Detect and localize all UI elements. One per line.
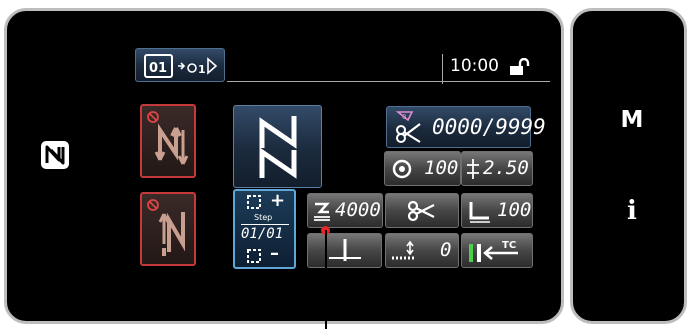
callout-line <box>325 230 327 329</box>
stitch-length-value: 2.50 <box>483 157 529 179</box>
svg-text:TC: TC <box>502 240 516 251</box>
presser-foot-value: 100 <box>497 199 532 221</box>
thread-trim-icon <box>407 200 435 222</box>
sewing-pattern-button[interactable] <box>233 105 322 188</box>
counter-button[interactable]: 0 0000/9999 <box>386 106 546 148</box>
pattern-select-icon: 01 1 <box>144 54 218 78</box>
step-divider <box>241 224 289 225</box>
step-title: Step <box>254 213 273 222</box>
sewing-pattern-icon <box>259 116 297 179</box>
presser-foot-icon <box>469 202 490 223</box>
reverse-start-button[interactable] <box>140 104 196 178</box>
counter-icon: 0 <box>395 111 421 143</box>
svg-text:1: 1 <box>198 63 206 76</box>
step-add-label: + <box>270 190 286 211</box>
info-button[interactable]: i <box>612 193 652 229</box>
clock-display: 10:00 <box>450 56 499 76</box>
reverse-start-disabled-icon <box>147 111 189 165</box>
thread-clamp-icon: TC <box>469 240 518 262</box>
status-bar <box>227 45 550 82</box>
svg-text:0: 0 <box>402 113 406 121</box>
max-speed-button[interactable]: 4000 <box>307 193 383 228</box>
speed-value: 100 <box>424 157 459 179</box>
bobbin-button[interactable]: 0 <box>385 233 459 268</box>
stitch-length-icon <box>467 159 479 179</box>
lcd-screen: 01 1 10:00 0 0000/9999 100 2.50 + Step 0… <box>132 42 550 276</box>
stitch-length-button[interactable]: 2.50 <box>461 151 533 186</box>
bobbin-value: 0 <box>440 239 452 261</box>
max-speed-value: 4000 <box>335 199 381 221</box>
max-speed-icon <box>314 202 330 221</box>
thread-trim-button[interactable] <box>385 193 459 228</box>
pattern-select-button[interactable]: 01 1 <box>135 48 225 82</box>
svg-text:01: 01 <box>149 61 167 76</box>
speed-icon <box>392 159 412 179</box>
presser-foot-button[interactable]: 100 <box>461 193 533 228</box>
reverse-end-disabled-icon <box>147 199 185 256</box>
speed-button[interactable]: 100 <box>384 151 461 186</box>
step-panel: + Step 01/01 – <box>233 189 296 269</box>
step-value[interactable]: 01/01 <box>241 226 283 242</box>
status-divider <box>442 54 443 84</box>
thread-clamp-button[interactable]: TC <box>461 233 533 268</box>
menu-button[interactable]: M <box>612 104 652 136</box>
step-remove-button[interactable]: – <box>237 243 292 265</box>
nfc-icon <box>41 141 69 169</box>
needle-position-button[interactable] <box>307 233 382 268</box>
step-add-button[interactable]: + <box>237 190 292 212</box>
step-remove-icon <box>247 249 261 263</box>
step-remove-label: – <box>270 243 279 264</box>
bobbin-icon <box>392 240 416 260</box>
lock-open-icon[interactable] <box>508 58 532 76</box>
step-add-icon <box>247 195 261 209</box>
counter-value: 0000/9999 <box>432 115 546 139</box>
reverse-end-button[interactable] <box>140 192 196 266</box>
side-panel <box>570 8 687 324</box>
needle-position-icon <box>329 239 361 261</box>
